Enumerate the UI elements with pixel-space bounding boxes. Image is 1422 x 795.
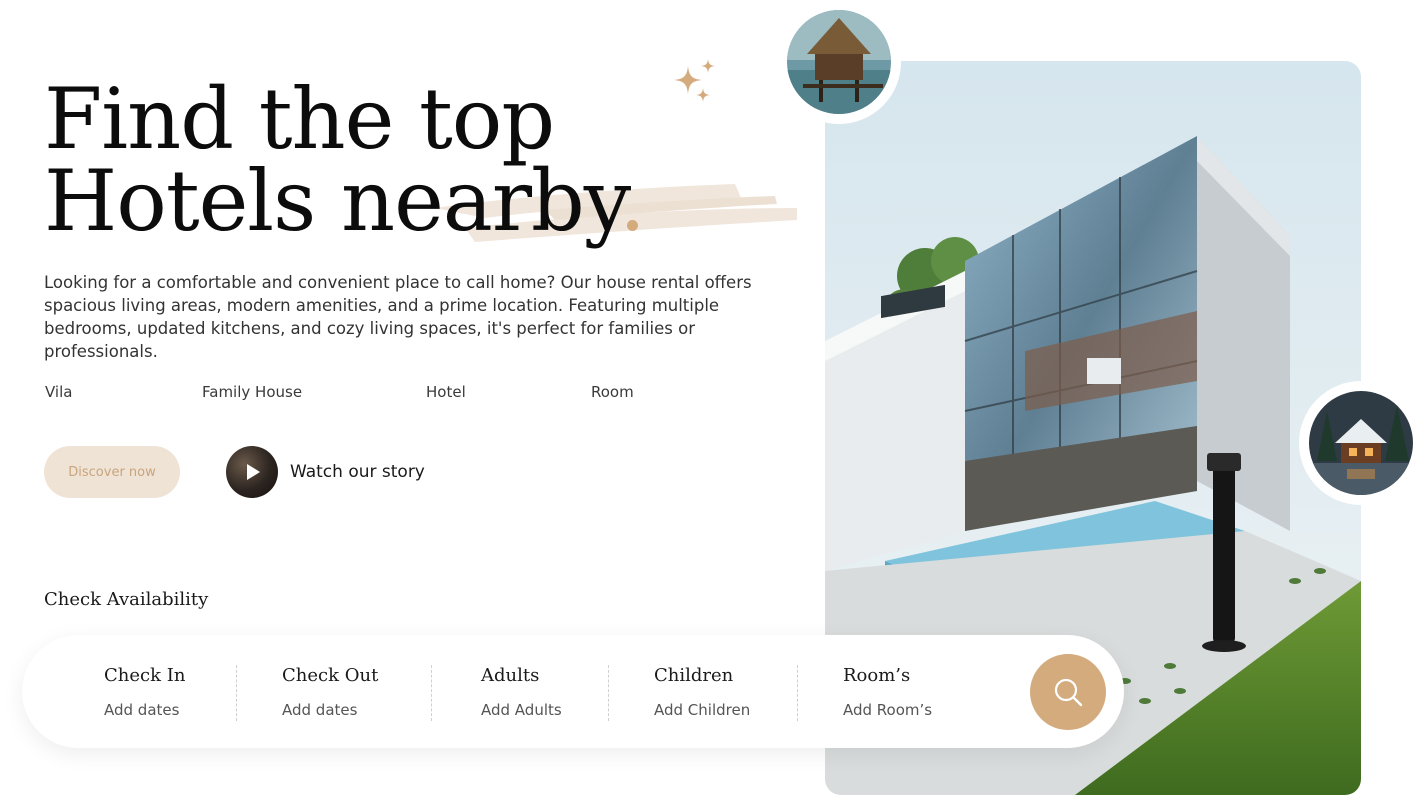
hero-description: Looking for a comfortable and convenient… xyxy=(44,273,752,361)
field-divider xyxy=(236,665,237,721)
field-divider xyxy=(608,665,609,721)
play-icon xyxy=(247,464,260,480)
rooms-label: Room’s xyxy=(843,665,911,686)
sparkle-icon xyxy=(674,59,715,102)
category-family-house[interactable]: Family House xyxy=(202,383,302,401)
check-in-value[interactable]: Add dates xyxy=(104,701,179,719)
rooms-value[interactable]: Add Room’s xyxy=(843,701,932,719)
headline-line-2: Hotels nearby. xyxy=(44,159,646,243)
adults-label: Adults xyxy=(481,665,540,686)
headline-line-1: Find the top xyxy=(44,70,555,168)
cabin-image xyxy=(1309,391,1413,495)
category-vila[interactable]: Vila xyxy=(45,383,72,401)
availability-search-bar: Check In Add dates Check Out Add dates A… xyxy=(22,635,1124,748)
children-label: Children xyxy=(654,665,734,686)
cabin-thumbnail[interactable] xyxy=(1299,381,1422,505)
play-button[interactable] xyxy=(226,446,278,498)
adults-value[interactable]: Add Adults xyxy=(481,701,562,719)
check-in-label: Check In xyxy=(104,665,186,686)
headline-line-2-text: Hotels nearby xyxy=(44,152,620,250)
check-out-label: Check Out xyxy=(282,665,379,686)
check-availability-title: Check Availability xyxy=(44,589,209,610)
search-button[interactable] xyxy=(1030,654,1106,730)
watch-story-label: Watch our story xyxy=(290,462,425,482)
page-headline: Find the top Hotels nearby. xyxy=(44,70,646,243)
category-room[interactable]: Room xyxy=(591,383,634,401)
category-hotel[interactable]: Hotel xyxy=(426,383,466,401)
field-divider xyxy=(797,665,798,721)
water-bungalow-thumbnail[interactable] xyxy=(777,0,901,124)
field-divider xyxy=(431,665,432,721)
watch-story-button[interactable]: Watch our story xyxy=(226,446,425,498)
category-tabs: Vila Family House Hotel Room xyxy=(45,383,685,403)
discover-now-button[interactable]: Discover now xyxy=(44,446,180,498)
children-value[interactable]: Add Children xyxy=(654,701,750,719)
headline-dot: . xyxy=(619,152,646,250)
search-icon xyxy=(1054,678,1083,707)
check-out-value[interactable]: Add dates xyxy=(282,701,357,719)
water-bungalow-image xyxy=(787,10,891,114)
